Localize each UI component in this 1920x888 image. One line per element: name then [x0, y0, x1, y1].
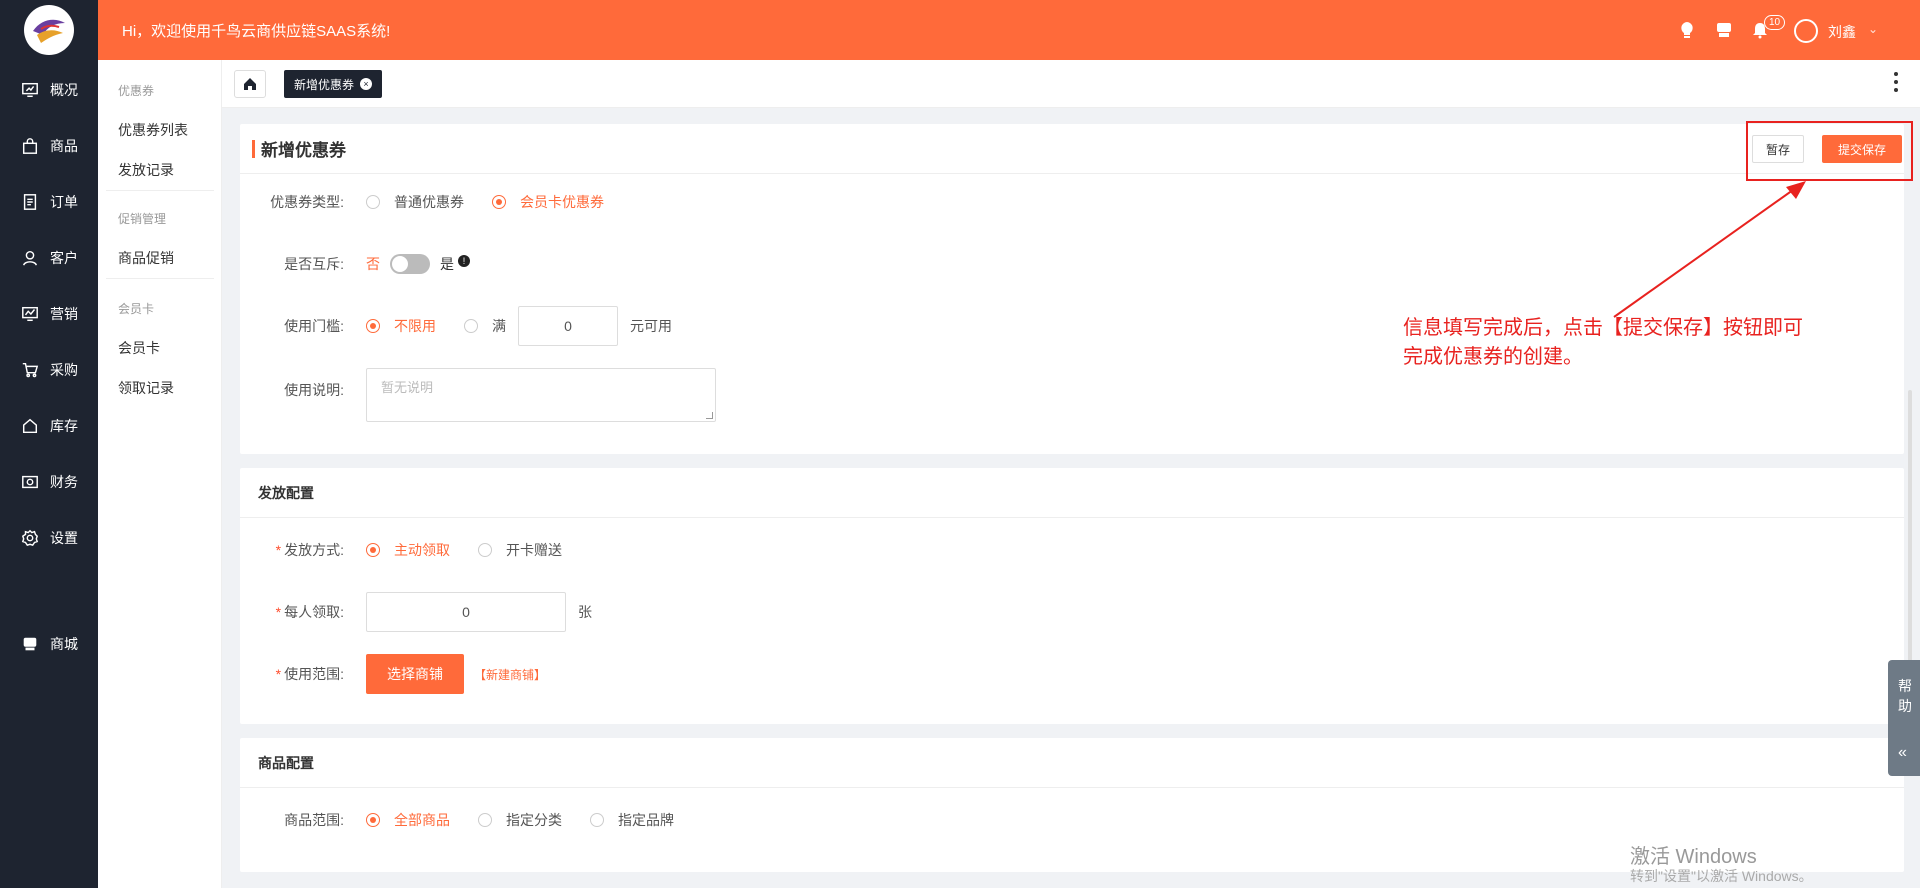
annotation-highlight-box	[1746, 121, 1913, 181]
radio-member-coupon[interactable]: 会员卡优惠券	[492, 192, 604, 212]
brand-logo[interactable]	[24, 5, 74, 55]
user-icon	[20, 248, 40, 268]
tab-new-coupon[interactable]: 新增优惠券 ×	[284, 70, 383, 98]
nav-item-marketing[interactable]: 营销	[0, 294, 98, 334]
nav-item-finance[interactable]: 财务	[0, 462, 98, 502]
more-menu-icon[interactable]	[1894, 72, 1898, 96]
info-icon[interactable]: !	[458, 255, 470, 267]
issue-method-label: * 发放方式:	[275, 542, 344, 558]
activation-watermark: 激活 Windows	[1630, 846, 1757, 868]
submenu-item-claim-records[interactable]: 领取记录	[118, 378, 174, 398]
divider	[106, 278, 214, 279]
lightbulb-icon[interactable]	[1678, 21, 1696, 39]
house-icon	[20, 416, 40, 436]
radio-card-gift[interactable]: 开卡赠送	[478, 540, 562, 560]
coupon-type-row: 优惠券类型: 普通优惠券 会员卡优惠券	[240, 182, 632, 222]
annotation-arrow	[1613, 181, 1806, 318]
scope-label: * 使用范围:	[275, 666, 344, 682]
bird-logo-icon	[33, 19, 65, 43]
per-person-unit: 张	[578, 604, 592, 620]
close-icon[interactable]: ×	[360, 78, 373, 90]
top-header: Hi，欢迎使用千鸟云商供应链SAAS系统! 10 刘鑫 ⌄	[98, 0, 1920, 60]
store-icon[interactable]	[1715, 21, 1733, 39]
radio-unlimited[interactable]: 不限用	[366, 316, 436, 336]
min-spend-input[interactable]: 0	[518, 306, 618, 346]
dashboard-icon	[20, 80, 40, 100]
submenu-item-issue-records[interactable]: 发放记录	[118, 160, 174, 180]
nav-item-inventory[interactable]: 库存	[0, 406, 98, 446]
nav-item-customers[interactable]: 客户	[0, 238, 98, 278]
wallet-icon	[20, 472, 40, 492]
notification-badge: 10	[1764, 15, 1786, 30]
sub-menu: 优惠券 优惠券列表 发放记录 促销管理 商品促销 会员卡 会员卡 领取记录	[98, 60, 222, 888]
radio-active-claim[interactable]: 主动领取	[366, 540, 450, 560]
exclusive-yes-label: 是	[440, 256, 454, 272]
nav-item-goods[interactable]: 商品	[0, 126, 98, 166]
bag-icon	[20, 136, 40, 156]
new-store-link[interactable]: 【新建商铺】	[474, 666, 546, 683]
select-store-button[interactable]: 选择商铺	[366, 654, 464, 694]
radio-category[interactable]: 指定分类	[478, 810, 562, 830]
per-person-label: * 每人领取:	[275, 604, 344, 620]
user-name[interactable]: 刘鑫	[1828, 22, 1856, 42]
issue-config-card: 发放配置 * 发放方式: 主动领取 开卡赠送 * 每人领取: 0 张 * 使用范围: …	[240, 468, 1904, 724]
coupon-type-label: 优惠券类型:	[270, 194, 344, 210]
nav-item-orders[interactable]: 订单	[0, 182, 98, 222]
order-icon	[20, 192, 40, 212]
activation-watermark-hint: 转到"设置"以激活 Windows。	[1630, 868, 1813, 884]
chart-icon	[20, 304, 40, 324]
main-nav: 概况 商品 订单 客户 营销 采购 库存 财务 设置 商城	[0, 0, 98, 888]
goods-config-title: 商品配置	[240, 738, 1904, 788]
exclusive-row: 是否互斥: 否 是 !	[240, 244, 470, 284]
threshold-row: 使用门槛: 不限用 满 0 元可用	[240, 306, 672, 346]
per-person-row: * 每人领取: 0 张	[240, 592, 592, 632]
min-spend-suffix: 元可用	[630, 318, 672, 334]
page-title: 新增优惠券	[240, 124, 1904, 174]
goods-range-row: 商品范围: 全部商品 指定分类 指定品牌	[240, 800, 702, 840]
goods-range-label: 商品范围:	[284, 812, 344, 828]
welcome-text: Hi，欢迎使用千鸟云商供应链SAAS系统!	[122, 23, 391, 40]
description-row: 使用说明: 暂无说明	[240, 368, 716, 428]
divider	[106, 190, 214, 191]
collapse-icon[interactable]: «	[1898, 744, 1907, 762]
nav-item-mall[interactable]: 商城	[0, 624, 98, 664]
submenu-item-member-card[interactable]: 会员卡	[118, 338, 160, 358]
radio-all-goods[interactable]: 全部商品	[366, 810, 450, 830]
home-icon	[244, 78, 256, 90]
submenu-group-member-card: 会员卡	[118, 302, 155, 316]
exclusive-label: 是否互斥:	[284, 256, 344, 272]
exclusive-no-label: 否	[366, 256, 380, 272]
nav-item-overview[interactable]: 概况	[0, 70, 98, 110]
scope-row: * 使用范围: 选择商铺 【新建商铺】	[240, 654, 546, 694]
nav-item-settings[interactable]: 设置	[0, 518, 98, 558]
threshold-label: 使用门槛:	[284, 318, 344, 334]
help-panel-toggle[interactable]: 帮 助 «	[1888, 660, 1920, 776]
radio-normal-coupon[interactable]: 普通优惠券	[366, 192, 464, 212]
issue-method-row: * 发放方式: 主动领取 开卡赠送	[240, 530, 590, 570]
issue-config-title: 发放配置	[240, 468, 1904, 518]
avatar[interactable]	[1794, 19, 1818, 43]
submenu-group-promotion: 促销管理	[118, 212, 167, 226]
exclusive-toggle[interactable]	[390, 254, 430, 274]
annotation-text: 信息填写完成后，点击【提交保存】按钮即可 完成优惠券的创建。	[1403, 317, 1803, 368]
radio-min-spend[interactable]: 满	[464, 316, 506, 336]
radio-brand[interactable]: 指定品牌	[590, 810, 674, 830]
description-textarea[interactable]: 暂无说明	[366, 368, 716, 422]
gear-icon	[20, 528, 40, 548]
home-button[interactable]	[234, 70, 266, 98]
nav-item-purchase[interactable]: 采购	[0, 350, 98, 390]
submenu-item-coupon-list[interactable]: 优惠券列表	[118, 120, 188, 140]
chevron-down-icon[interactable]: ⌄	[1868, 22, 1878, 36]
breadcrumb: 新增优惠券 ×	[222, 60, 1920, 108]
store-icon	[20, 634, 40, 654]
per-person-input[interactable]: 0	[366, 592, 566, 632]
submenu-item-goods-promotion[interactable]: 商品促销	[118, 248, 174, 268]
description-label: 使用说明:	[284, 382, 344, 398]
cart-icon	[20, 360, 40, 380]
submenu-group-coupon: 优惠券	[118, 84, 155, 98]
